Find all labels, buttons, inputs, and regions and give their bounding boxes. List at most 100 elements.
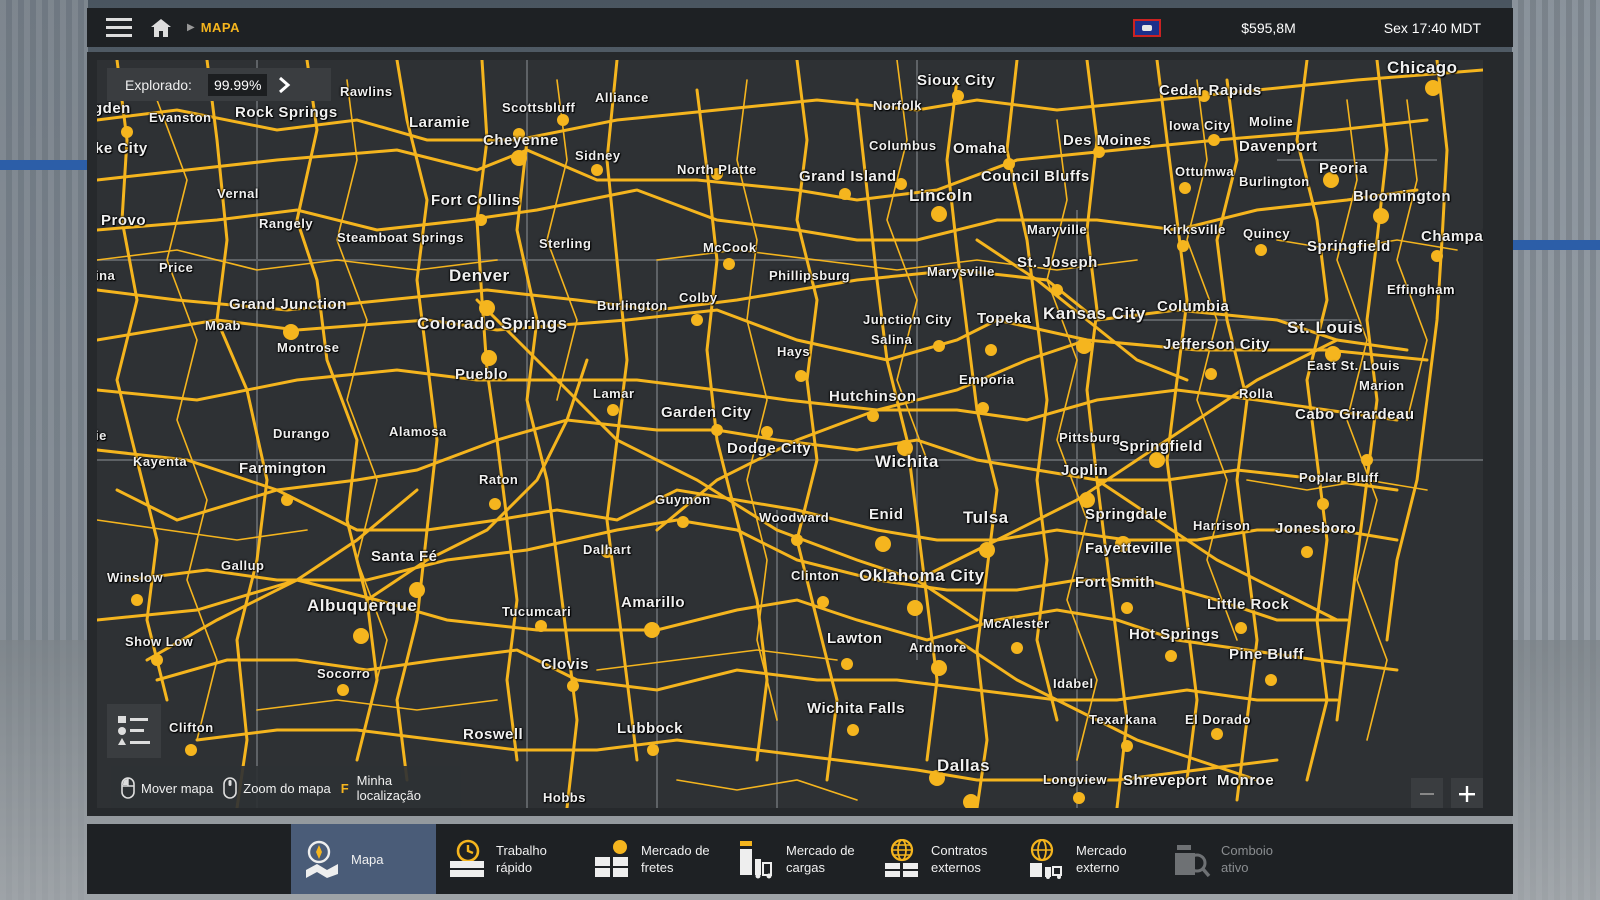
city-label: Little Rock bbox=[1207, 596, 1290, 613]
menu-button[interactable] bbox=[95, 8, 143, 47]
cargo-market-icon bbox=[738, 839, 776, 879]
mouse-left-icon bbox=[121, 777, 135, 799]
legend-list-icon bbox=[118, 716, 150, 745]
city-label: Garden City bbox=[661, 404, 752, 421]
city-label: Shreveport bbox=[1123, 772, 1208, 789]
nav-map[interactable]: Mapa bbox=[291, 824, 436, 894]
city-label: Pittsburg bbox=[1059, 430, 1121, 445]
city-label: Phillipsburg bbox=[769, 268, 851, 283]
city-label: Chicago bbox=[1387, 60, 1458, 77]
game-clock: Sex 17:40 MDT bbox=[1383, 19, 1481, 36]
city-label: Burlington bbox=[1239, 174, 1310, 189]
city-label: Farmington bbox=[239, 460, 327, 477]
city-label: Kayenta bbox=[133, 454, 188, 469]
city-label: Hot Springs bbox=[1129, 626, 1220, 643]
nav-ext-market-label2: externo bbox=[1076, 860, 1120, 875]
city-label: Poplar Bluff bbox=[1299, 470, 1379, 485]
city-label: Peoria bbox=[1319, 160, 1368, 177]
zoom-in-button[interactable] bbox=[1451, 778, 1483, 808]
city-label: Fort Collins bbox=[431, 192, 521, 209]
city-label: Rawlins bbox=[340, 84, 393, 99]
city-label: Davenport bbox=[1239, 138, 1318, 155]
city-label: Steamboat Springs bbox=[337, 230, 464, 245]
city-label: McAlester bbox=[983, 616, 1050, 631]
city-label: Dalhart bbox=[583, 542, 632, 557]
clock-truck-icon bbox=[448, 839, 486, 879]
city-label: Marysville bbox=[927, 264, 995, 279]
map-panel: Chicago Sioux City Cedar Rapids Alliance… bbox=[87, 52, 1513, 816]
city-label: Lawton bbox=[827, 630, 883, 647]
city-label: Grand Island bbox=[799, 168, 897, 185]
city-label: Durango bbox=[273, 426, 330, 441]
city-label: Wichita Falls bbox=[807, 700, 906, 717]
city-label: Ardmore bbox=[909, 640, 967, 655]
city-label: Burlington bbox=[597, 298, 668, 313]
city-label: Enid bbox=[869, 506, 904, 523]
nav-convoy-label2: ativo bbox=[1221, 860, 1249, 875]
city-label: Albuquerque bbox=[307, 596, 418, 615]
nav-convoy-label1: Comboio bbox=[1221, 843, 1274, 858]
garage-beam bbox=[1512, 240, 1600, 250]
hint-location-line1: Minha bbox=[356, 773, 393, 788]
nav-active-convoy[interactable]: Comboio ativo bbox=[1161, 824, 1306, 894]
city-label: Kirksville bbox=[1163, 222, 1226, 237]
city-label: ina bbox=[97, 268, 116, 283]
city-label: Fayetteville bbox=[1085, 540, 1173, 557]
city-label: Texarkana bbox=[1089, 712, 1157, 727]
nav-contracts-label1: Contratos bbox=[931, 843, 988, 858]
city-label: Colby bbox=[679, 290, 718, 305]
nav-ext-market-label1: Mercado bbox=[1076, 843, 1127, 858]
city-label: Moline bbox=[1249, 114, 1294, 129]
city-label: Grand Junction bbox=[229, 296, 347, 313]
city-label: Rangely bbox=[259, 216, 314, 231]
convoy-search-icon bbox=[1173, 839, 1211, 879]
zoom-out-button[interactable] bbox=[1411, 778, 1443, 808]
nav-external-market[interactable]: Mercado externo bbox=[1016, 824, 1161, 894]
city-label: Junction City bbox=[863, 312, 952, 327]
city-label: Emporia bbox=[959, 372, 1015, 387]
nav-external-contracts[interactable]: Contratos externos bbox=[871, 824, 1016, 894]
nav-quick-job[interactable]: Trabalho rápido bbox=[436, 824, 581, 894]
city-label: Maryville bbox=[1027, 222, 1088, 237]
city-label: Woodward bbox=[759, 510, 830, 525]
hint-location-line2: localização bbox=[356, 788, 421, 803]
company-flag-icon[interactable] bbox=[1133, 18, 1162, 37]
hint-key-f: F bbox=[340, 780, 349, 796]
city-label: Winslow bbox=[107, 570, 164, 585]
city-label: Effingham bbox=[1387, 282, 1456, 297]
chevron-right-icon[interactable] bbox=[277, 76, 291, 94]
city-label: Clovis bbox=[541, 656, 590, 673]
city-label: Raton bbox=[479, 472, 519, 487]
city-label: Scottsbluff bbox=[502, 100, 576, 115]
city-label: Council Bluffs bbox=[981, 168, 1090, 185]
city-label: Omaha bbox=[953, 140, 1007, 157]
city-label: Lincoln bbox=[909, 186, 973, 205]
city-label: Evanston bbox=[149, 110, 212, 125]
map-legend-button[interactable] bbox=[107, 704, 161, 758]
world-map[interactable]: Chicago Sioux City Cedar Rapids Alliance… bbox=[97, 60, 1483, 808]
city-label: Norfolk bbox=[873, 98, 922, 113]
city-label: Socorro bbox=[317, 666, 371, 681]
city-label: Alamosa bbox=[389, 424, 447, 439]
city-label: gden bbox=[97, 100, 131, 117]
city-label: Joplin bbox=[1061, 462, 1109, 479]
freight-market-icon bbox=[593, 839, 631, 879]
city-label: Denver bbox=[449, 266, 510, 285]
city-label: Sidney bbox=[575, 148, 621, 163]
nav-freight-market[interactable]: Mercado de fretes bbox=[581, 824, 726, 894]
minus-icon bbox=[1420, 793, 1434, 795]
nav-quick-job-label2: rápido bbox=[496, 860, 533, 875]
city-label: Alliance bbox=[595, 90, 649, 105]
nav-quick-job-label1: Trabalho bbox=[496, 843, 547, 858]
city-label: Cabo Girardeau bbox=[1295, 406, 1415, 423]
city-label: Columbus bbox=[869, 138, 937, 153]
nav-cargo-market[interactable]: Mercado de cargas bbox=[726, 824, 871, 894]
city-label: Ottumwa bbox=[1175, 164, 1235, 179]
hint-zoom-label: Zoom do mapa bbox=[243, 780, 331, 796]
city-label: Clifton bbox=[169, 720, 214, 735]
city-label: Cedar Rapids bbox=[1159, 82, 1262, 99]
city-label: Rock Springs bbox=[235, 104, 338, 121]
home-button[interactable] bbox=[143, 8, 179, 47]
explored-panel[interactable]: Explorado: 99.99% bbox=[107, 68, 331, 101]
home-icon bbox=[151, 18, 171, 37]
